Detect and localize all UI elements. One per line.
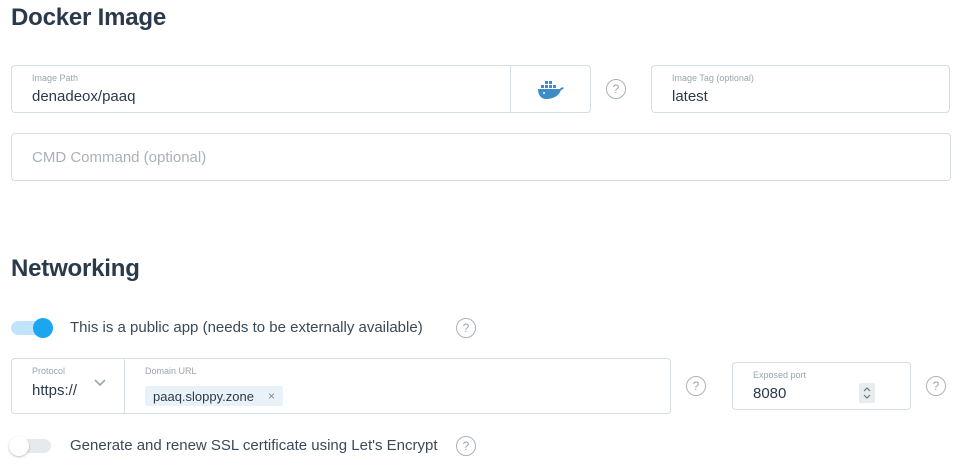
cmd-command-input[interactable]: CMD Command (optional): [32, 149, 206, 166]
ssl-label: Generate and renew SSL certificate using…: [70, 437, 438, 454]
docker-hub-button[interactable]: [510, 66, 591, 112]
stepper-arrows-icon[interactable]: [863, 386, 871, 400]
image-path-input[interactable]: denadeox/paaq: [32, 88, 135, 105]
networking-heading: Networking: [11, 255, 140, 282]
public-app-toggle[interactable]: [11, 318, 53, 338]
image-tag-field[interactable]: Image Tag (optional) latest: [651, 65, 950, 113]
toggle-knob: [33, 318, 53, 338]
protocol-value[interactable]: https://: [32, 382, 77, 399]
domain-chip-text: paaq.sloppy.zone: [153, 388, 254, 404]
cmd-command-field[interactable]: CMD Command (optional): [11, 133, 951, 181]
exposed-port-input[interactable]: 8080: [753, 385, 786, 402]
image-tag-input[interactable]: latest: [672, 88, 708, 105]
domain-chip: paaq.sloppy.zone ×: [145, 386, 283, 406]
docker-whale-icon: [538, 81, 564, 99]
protocol-select[interactable]: Protocol https://: [12, 359, 124, 413]
docker-image-heading: Docker Image: [11, 4, 167, 31]
chevron-down-icon[interactable]: [94, 379, 106, 387]
public-app-help-icon[interactable]: ?: [456, 318, 476, 338]
image-tag-label: Image Tag (optional): [672, 73, 754, 83]
port-stepper[interactable]: [859, 383, 875, 403]
domain-url-label: Domain URL: [145, 366, 197, 376]
ssl-toggle[interactable]: [9, 436, 51, 456]
domain-url-field[interactable]: Domain URL paaq.sloppy.zone ×: [125, 359, 670, 413]
domain-help-icon[interactable]: ?: [686, 376, 706, 396]
exposed-port-label: Exposed port: [753, 370, 807, 380]
port-help-icon[interactable]: ?: [926, 376, 946, 396]
domain-group: Protocol https:// Domain URL paaq.sloppy…: [11, 358, 671, 414]
image-path-label: Image Path: [32, 73, 79, 83]
image-path-help-icon[interactable]: ?: [606, 79, 626, 99]
chip-remove-icon[interactable]: ×: [268, 389, 275, 403]
protocol-label: Protocol: [32, 366, 66, 376]
ssl-help-icon[interactable]: ?: [456, 436, 476, 456]
image-path-field[interactable]: Image Path denadeox/paaq: [11, 65, 591, 113]
public-app-label: This is a public app (needs to be extern…: [70, 319, 423, 336]
exposed-port-field[interactable]: Exposed port 8080: [732, 362, 911, 410]
toggle-knob: [9, 436, 29, 456]
